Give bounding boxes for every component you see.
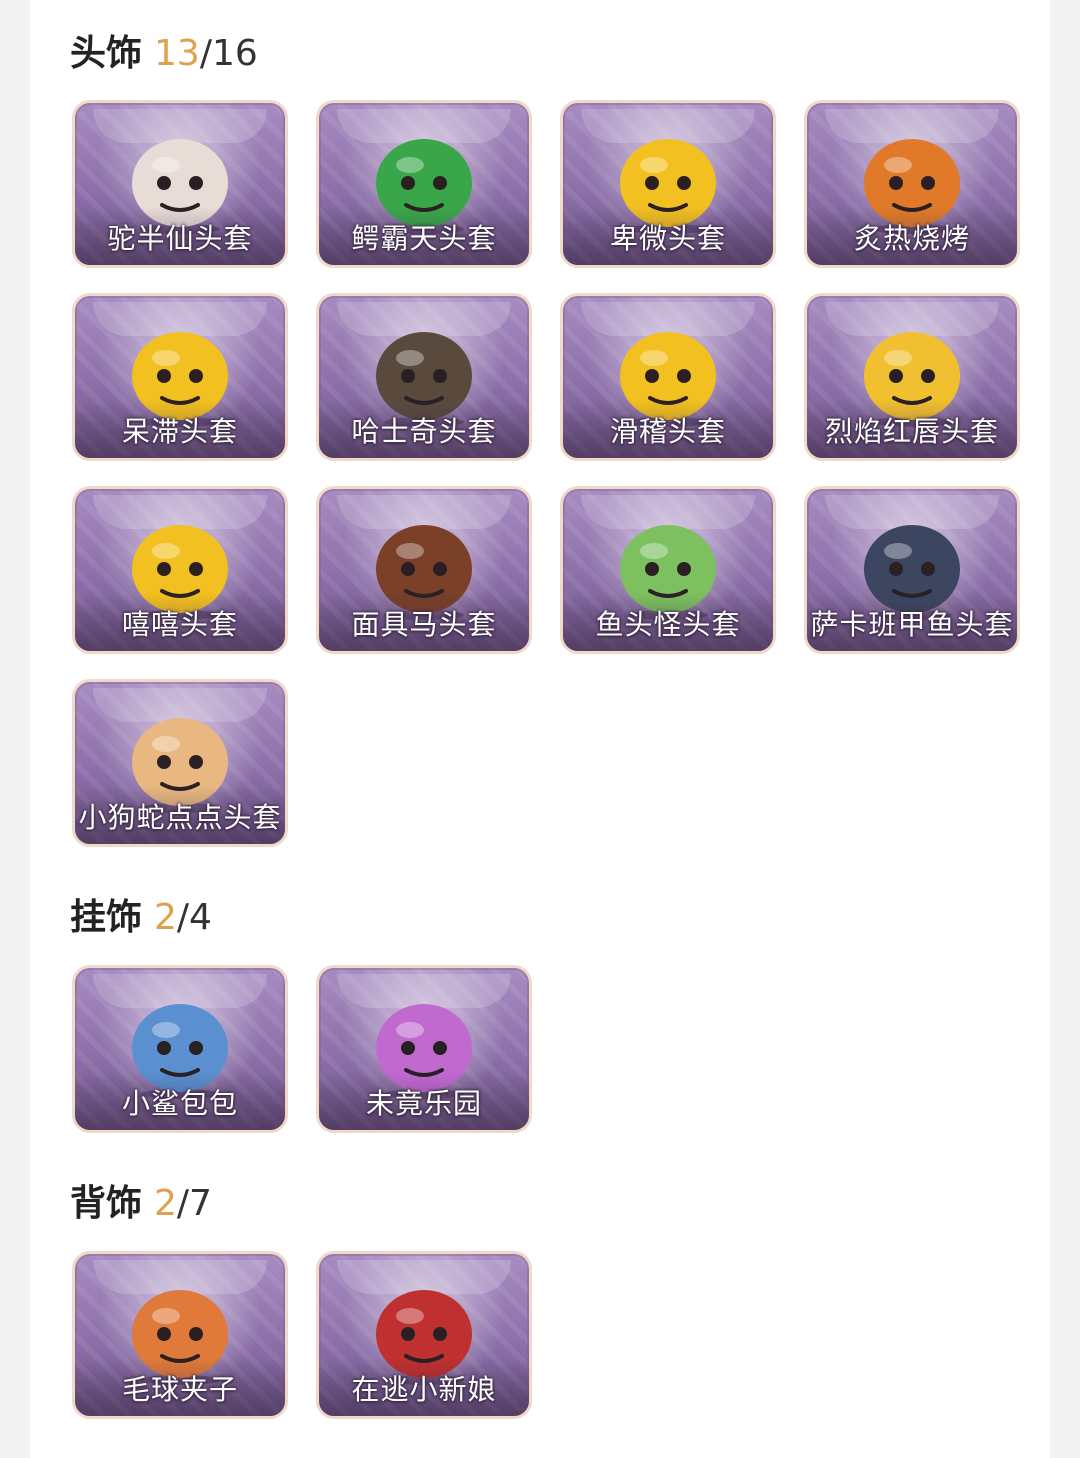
- item-card[interactable]: 烈焰红唇头套: [804, 293, 1020, 461]
- item-name: 毛球夹子: [121, 1373, 238, 1406]
- item-name: 在逃小新娘: [351, 1373, 497, 1406]
- item-card[interactable]: 毛球夹子: [72, 1251, 288, 1419]
- owned-count: 13: [154, 33, 200, 74]
- section-title-pendant: 挂饰 2/4: [70, 896, 212, 940]
- item-card[interactable]: 炙热烧烤: [804, 100, 1020, 268]
- section-label: 挂饰: [70, 897, 143, 938]
- total-count: /4: [176, 897, 212, 938]
- item-card[interactable]: 哈士奇头套: [316, 293, 532, 461]
- item-name: 嘻嘻头套: [121, 608, 238, 641]
- item-card[interactable]: 未竟乐园: [316, 965, 532, 1133]
- item-name: 鳄霸天头套: [351, 222, 497, 255]
- item-card[interactable]: 萨卡班甲鱼头套: [804, 486, 1020, 654]
- owned-count: 2: [154, 1183, 177, 1224]
- item-card[interactable]: 小狗蛇点点头套: [72, 679, 288, 847]
- item-card[interactable]: 卑微头套: [560, 100, 776, 268]
- section-count: 2/7: [154, 1183, 212, 1224]
- item-card[interactable]: 驼半仙头套: [72, 100, 288, 268]
- owned-count: 2: [154, 897, 177, 938]
- total-count: /7: [176, 1183, 212, 1224]
- total-count: /16: [199, 33, 258, 74]
- section-label: 头饰: [70, 33, 143, 74]
- item-card[interactable]: 小鲨包包: [72, 965, 288, 1133]
- item-name: 呆滞头套: [121, 415, 238, 448]
- item-name: 未竟乐园: [365, 1087, 482, 1120]
- item-name: 滑稽头套: [609, 415, 726, 448]
- section-count: 13/16: [154, 33, 258, 74]
- item-card[interactable]: 鱼头怪头套: [560, 486, 776, 654]
- item-name: 烈焰红唇头套: [824, 415, 999, 448]
- item-name: 卑微头套: [609, 222, 726, 255]
- item-card[interactable]: 呆滞头套: [72, 293, 288, 461]
- section-count: 2/4: [154, 897, 212, 938]
- item-card[interactable]: 在逃小新娘: [316, 1251, 532, 1419]
- item-name: 炙热烧烤: [853, 222, 970, 255]
- section-title-back: 背饰 2/7: [70, 1182, 212, 1226]
- item-name: 面具马头套: [351, 608, 497, 641]
- section-title-headwear: 头饰 13/16: [70, 32, 258, 76]
- item-card[interactable]: 嘻嘻头套: [72, 486, 288, 654]
- section-label: 背饰: [70, 1183, 143, 1224]
- item-name: 驼半仙头套: [107, 222, 253, 255]
- item-name: 小狗蛇点点头套: [78, 801, 282, 834]
- item-card[interactable]: 鳄霸天头套: [316, 100, 532, 268]
- item-card[interactable]: 滑稽头套: [560, 293, 776, 461]
- item-card[interactable]: 面具马头套: [316, 486, 532, 654]
- item-name: 萨卡班甲鱼头套: [810, 608, 1014, 641]
- item-name: 小鲨包包: [121, 1087, 238, 1120]
- item-name: 鱼头怪头套: [595, 608, 741, 641]
- item-name: 哈士奇头套: [351, 415, 497, 448]
